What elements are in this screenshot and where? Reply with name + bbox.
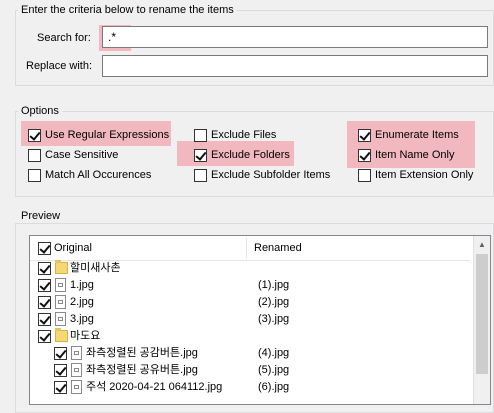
row-checkbox[interactable] — [54, 381, 67, 394]
original-name: 주석 2020-04-21 064112.jpg — [86, 381, 223, 393]
options-title: Options — [18, 104, 62, 118]
original-name: 마도요 — [70, 330, 101, 342]
option-item-name-only[interactable]: Item Name Only — [358, 147, 454, 163]
image-file-icon — [55, 295, 66, 309]
exclude-folders-checkbox[interactable] — [194, 148, 207, 162]
original-name: 2.jpg — [70, 296, 94, 308]
item-name-only-label: Item Name Only — [375, 149, 455, 161]
image-file-icon — [71, 380, 82, 394]
original-name: 할미새사촌 — [70, 262, 121, 274]
renamed-name: (4).jpg — [258, 347, 290, 359]
exclude-subfolder-items-label: Exclude Subfolder Items — [211, 169, 331, 181]
option-exclude-subfolder-items[interactable]: Exclude Subfolder Items — [194, 167, 330, 183]
renamed-name: (1).jpg — [258, 279, 290, 291]
exclude-subfolder-items-checkbox[interactable] — [194, 168, 207, 182]
preview-row[interactable]: 좌측정렬된 공감버튼.jpg (4).jpg — [30, 345, 470, 362]
image-file-icon — [71, 346, 82, 360]
option-enumerate-items[interactable]: Enumerate Items — [358, 127, 459, 143]
preview-row[interactable]: 1.jpg (1).jpg — [30, 277, 470, 294]
column-original-header[interactable]: Original — [54, 240, 92, 257]
row-checkbox[interactable] — [38, 296, 51, 309]
preview-row[interactable]: 2.jpg (2).jpg — [30, 294, 470, 311]
preview-row[interactable]: 좌측정렬된 공유버튼.jpg (5).jpg — [30, 362, 470, 379]
column-renamed-header[interactable]: Renamed — [254, 240, 302, 257]
enumerate-items-label: Enumerate Items — [375, 129, 459, 141]
exclude-folders-label: Exclude Folders — [211, 149, 290, 161]
row-checkbox[interactable] — [38, 279, 51, 292]
image-file-icon — [55, 312, 66, 326]
folder-icon — [55, 260, 68, 274]
original-name: 좌측정렬된 공감버튼.jpg — [86, 347, 198, 359]
option-item-extension-only[interactable]: Item Extension Only — [358, 167, 473, 183]
image-file-icon — [71, 363, 82, 377]
row-checkbox[interactable] — [54, 347, 67, 360]
row-checkbox[interactable] — [38, 313, 51, 326]
preview-title: Preview — [18, 209, 64, 223]
folder-icon — [55, 328, 68, 342]
replace-label: Replace with: — [26, 60, 93, 72]
option-match-all-occurences[interactable]: Match All Occurences — [28, 167, 151, 183]
item-name-only-checkbox[interactable] — [358, 148, 371, 162]
original-name: 3.jpg — [70, 313, 94, 325]
preview-list[interactable]: Original Renamed 할미새사촌 1.jpg (1).jpg 2.jpg (… — [29, 235, 491, 405]
match-all-occurences-label: Match All Occurences — [45, 169, 152, 181]
enumerate-items-checkbox[interactable] — [358, 128, 371, 142]
renamed-name: (6).jpg — [258, 381, 290, 393]
renamed-name: (3).jpg — [258, 313, 290, 325]
preview-row[interactable]: 3.jpg (3).jpg — [30, 311, 470, 328]
preview-row[interactable]: 마도요 — [30, 328, 470, 345]
case-sensitive-label: Case Sensitive — [45, 149, 119, 161]
match-all-occurences-checkbox[interactable] — [28, 168, 41, 182]
option-case-sensitive[interactable]: Case Sensitive — [28, 147, 118, 163]
image-file-icon — [55, 278, 66, 292]
case-sensitive-checkbox[interactable] — [28, 148, 41, 162]
item-extension-only-label: Item Extension Only — [375, 169, 474, 181]
option-use-regular-expressions[interactable]: Use Regular Expressions — [28, 127, 169, 143]
exclude-files-checkbox[interactable] — [194, 128, 207, 142]
renamed-name: (5).jpg — [258, 364, 290, 376]
option-exclude-files[interactable]: Exclude Files — [194, 127, 276, 143]
replace-input[interactable] — [102, 55, 488, 77]
search-label: Search for: — [37, 32, 91, 44]
preview-header: Original Renamed — [30, 236, 470, 261]
original-name: 1.jpg — [70, 279, 94, 291]
rename-criteria-title: Enter the criteria below to rename the i… — [18, 3, 237, 17]
use-regular-expressions-label: Use Regular Expressions — [45, 129, 170, 141]
use-regular-expressions-checkbox[interactable] — [28, 128, 41, 142]
vertical-scrollbar[interactable]: ▲ — [473, 236, 490, 404]
option-exclude-folders[interactable]: Exclude Folders — [194, 147, 290, 163]
row-checkbox[interactable] — [38, 262, 51, 275]
search-input[interactable]: .* — [102, 26, 488, 48]
item-extension-only-checkbox[interactable] — [358, 168, 371, 182]
select-all-checkbox[interactable] — [38, 242, 51, 255]
preview-row[interactable]: 할미새사촌 — [30, 260, 470, 277]
column-divider[interactable] — [246, 238, 247, 258]
preview-row[interactable]: 주석 2020-04-21 064112.jpg (6).jpg — [30, 379, 470, 396]
original-name: 좌측정렬된 공유버튼.jpg — [86, 364, 198, 376]
renamed-name: (2).jpg — [258, 296, 290, 308]
exclude-files-label: Exclude Files — [211, 129, 277, 141]
row-checkbox[interactable] — [54, 364, 67, 377]
scroll-up-button[interactable]: ▲ — [474, 236, 490, 253]
row-checkbox[interactable] — [38, 330, 51, 343]
scroll-thumb[interactable] — [476, 254, 488, 374]
